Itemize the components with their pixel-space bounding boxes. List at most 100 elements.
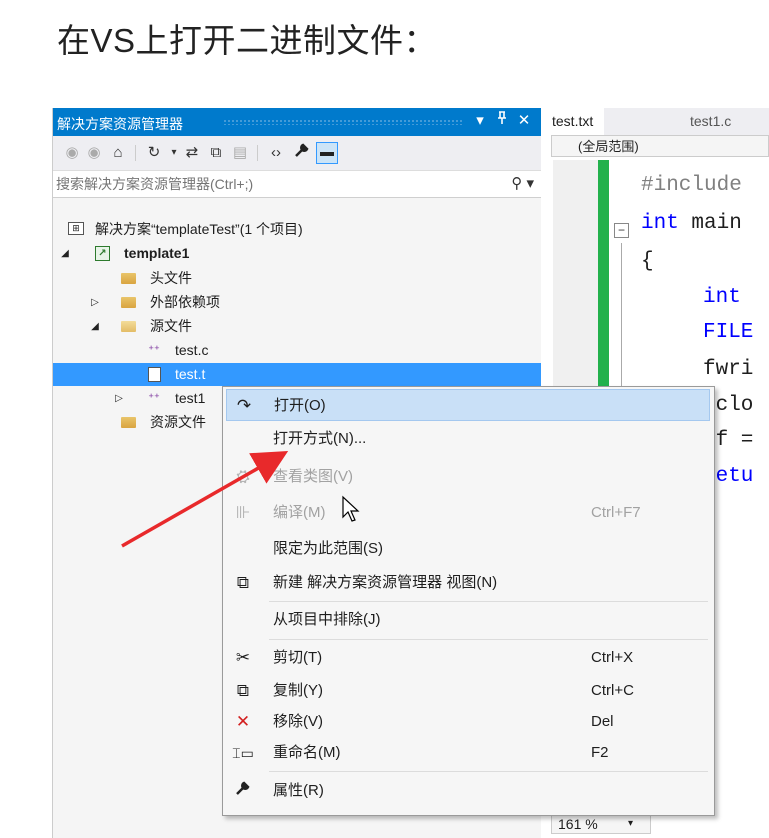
menu-item-open[interactable]: ↷ 打开(O) [226,389,710,421]
open-arrow-icon: ↷ [236,396,252,415]
new-view-icon: ⧉ [236,573,250,592]
back-icon[interactable]: ◉ [61,142,83,164]
explorer-toolbar: ◉ ◉ ⌂ ↻ ▾ ⇄ ⧉ ▤ ‹› [53,136,542,171]
menu-item-label: 编译(M) [273,504,326,521]
tree-item-label: 解决方案“templateTest”(1 个项目) [95,221,303,237]
tree-item-label: 头文件 [150,270,192,286]
view-code-icon[interactable]: ‹› [265,142,287,164]
explorer-search-input[interactable] [56,174,486,194]
history-icon[interactable]: ↻ [143,142,165,164]
tab-test-txt[interactable]: test.txt [541,108,605,135]
tree-item-label: 外部依赖项 [150,294,220,310]
page-heading: 在VS上打开二进制文件： [57,22,438,59]
menu-item-label: 移除(V) [273,713,323,730]
tree-item-test-txt[interactable]: ≡ test.t [53,363,542,386]
menu-item-scope-to-this[interactable]: 限定为此范围(S) [226,533,710,565]
menu-item-exclude-from-project[interactable]: 从项目中排除(J) [226,604,710,636]
code-line: { [641,250,654,273]
menu-item-cut[interactable]: ✂ 剪切(T) Ctrl+X [226,642,710,674]
pin-icon[interactable] [493,111,511,129]
context-menu: ↷ 打开(O) 打开方式(N)... ⛭ 查看类图(V) ⊪ 编译(M) Ctr… [222,386,715,816]
toolbar-separator [257,145,258,161]
menu-item-new-explorer-view[interactable]: ⧉ 新建 解决方案资源管理器 视图(N) [226,567,710,599]
text-file-icon: ≡ [148,367,161,382]
copy-icon: ⧉ [236,681,250,700]
tree-item-label: test1 [175,390,206,406]
collapse-toggle-icon[interactable]: − [614,223,629,238]
menu-item-label: 剪切(T) [273,649,323,666]
menu-item-label: 属性(R) [273,782,324,799]
menu-item-remove[interactable]: ✕ 移除(V) Del [226,706,710,738]
tree-item-sources[interactable]: ◢ 源文件 [53,315,542,338]
explorer-titlebar: 解决方案资源管理器 ▾ ✕ [53,108,542,136]
menu-item-properties[interactable]: 属性(R) [226,775,710,807]
c-file-icon: ⁺⁺ [148,392,160,404]
menu-item-label: 新建 解决方案资源管理器 视图(N) [273,574,498,591]
menu-item-label: 重命名(M) [273,744,341,761]
tree-item-solution[interactable]: ⊞ 解决方案“templateTest”(1 个项目) [53,218,542,241]
tree-item-label: 资源文件 [150,414,206,430]
forward-icon[interactable]: ◉ [83,142,105,164]
dropdown-icon[interactable]: ▾ [471,111,489,129]
menu-item-compile[interactable]: ⊪ 编译(M) Ctrl+F7 [226,497,710,529]
menu-item-open-with[interactable]: 打开方式(N)... [226,423,710,455]
menu-separator [269,601,708,602]
code-text: main [678,212,742,235]
menu-item-shortcut: Del [591,713,614,730]
code-line: fwri [703,358,754,381]
scope-dropdown[interactable]: (全局范围) [551,135,769,157]
tab-test1-c[interactable]: test1.c [679,108,742,135]
properties-wrench-icon[interactable] [291,142,313,164]
rename-icon: ⌶▭ [232,745,254,761]
outline-guide [621,243,622,393]
tree-item-label: test.c [175,342,209,358]
code-keyword: int [641,212,679,235]
collapsed-arrow-icon[interactable]: ▷ [89,291,101,314]
chevron-down-icon: ▾ [628,818,634,829]
code-line: int main [641,212,742,235]
tree-item-label: template1 [124,245,190,261]
tree-item-external-deps[interactable]: ▷ 外部依赖项 [53,291,542,314]
solution-icon: ⊞ [68,222,84,235]
folder-icon [121,273,136,284]
tree-item-test-c[interactable]: ⁺⁺ test.c [53,339,542,362]
project-icon: ↗ [95,246,110,261]
show-all-files-icon[interactable]: ▤ [229,142,251,164]
editor-tab-strip: test.txt test1.c [541,108,769,135]
collapse-all-icon[interactable]: ⧉ [205,142,227,164]
code-line: FILE [703,321,754,344]
collapsed-arrow-icon[interactable]: ▷ [113,387,125,410]
menu-item-shortcut: F2 [591,744,609,761]
explorer-search-box: ⚲ ▾ [53,171,542,198]
menu-item-label: 查看类图(V) [273,468,353,485]
open-folder-icon [121,321,136,332]
scissors-icon: ✂ [235,648,251,667]
compile-icon: ⊪ [235,503,251,522]
tree-item-project[interactable]: ◢ ↗ template1 [53,242,542,265]
menu-item-shortcut: Ctrl+C [591,682,634,699]
close-icon[interactable]: ✕ [515,111,533,129]
tree-item-headers[interactable]: 头文件 [53,267,542,290]
expanded-arrow-icon[interactable]: ◢ [89,315,101,338]
preview-selected-icon[interactable] [316,142,338,164]
class-diagram-icon: ⛭ [236,467,250,486]
menu-item-label: 打开方式(N)... [273,430,367,447]
menu-item-copy[interactable]: ⧉ 复制(Y) Ctrl+C [226,675,710,707]
explorer-title: 解决方案资源管理器 [57,116,183,132]
menu-item-label: 复制(Y) [273,682,323,699]
menu-separator [269,639,708,640]
menu-item-rename[interactable]: ⌶▭ 重命名(M) F2 [226,737,710,769]
menu-item-view-class-diagram[interactable]: ⛭ 查看类图(V) [226,461,710,493]
expanded-arrow-icon[interactable]: ◢ [59,242,71,265]
home-icon[interactable]: ⌂ [107,142,129,164]
menu-separator [269,771,708,772]
search-icon[interactable]: ⚲ ▾ [511,174,534,192]
titlebar-grip[interactable] [223,119,462,125]
toolbar-separator [135,145,136,161]
tree-item-label: test.t [175,366,206,382]
wrench-icon [232,775,254,807]
remove-x-icon: ✕ [235,712,251,731]
zoom-level: 161 % [558,816,598,832]
tree-item-label: 源文件 [150,318,192,334]
sync-icon[interactable]: ⇄ [181,142,203,164]
